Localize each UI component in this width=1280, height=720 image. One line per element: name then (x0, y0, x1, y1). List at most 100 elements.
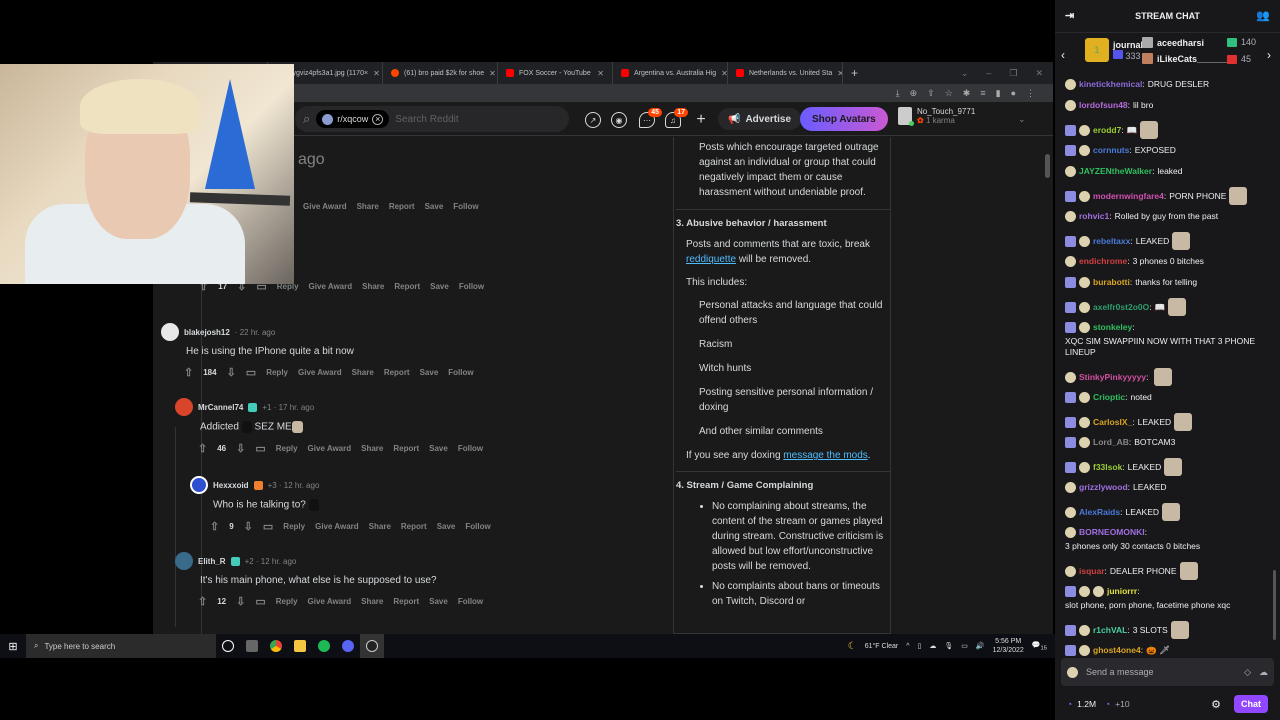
chat-settings-icon[interactable]: ⚙ (1211, 698, 1221, 711)
chat-badge-icon[interactable] (1065, 392, 1076, 403)
subreddit-filter-chip[interactable]: r/xqcow × (316, 110, 390, 128)
share-button[interactable]: Share (361, 597, 383, 606)
leaderboard-entry-3[interactable]: iLikeCats_______ (1142, 53, 1232, 64)
chat-username[interactable]: CarlosIX_ (1093, 417, 1132, 428)
chat-username[interactable]: kinetickhemical (1079, 79, 1142, 90)
create-post-icon[interactable]: + (693, 111, 709, 128)
chat-username[interactable]: f33lsok (1093, 462, 1122, 473)
chat-badge-icon[interactable] (1065, 416, 1076, 428)
discord-icon[interactable] (336, 634, 360, 658)
chat-badge-icon[interactable] (1079, 586, 1090, 597)
comment-author[interactable]: Hexxxoid (213, 481, 249, 490)
reply-icon[interactable]: ▭ (255, 442, 265, 455)
chat-emote[interactable] (1170, 621, 1189, 639)
chat-badge-icon[interactable] (1065, 235, 1076, 247)
chat-badge-icon[interactable] (1079, 392, 1090, 403)
task-view-icon[interactable] (216, 634, 240, 658)
chat-username[interactable]: Lord_AB (1093, 437, 1129, 448)
chat-badge-icon[interactable] (1065, 256, 1076, 267)
chat-badge-icon[interactable] (1065, 506, 1076, 518)
chat-badge-icon[interactable] (1079, 322, 1090, 333)
spotify-icon[interactable] (312, 634, 336, 658)
upvote-icon[interactable]: ⇧ (198, 595, 207, 608)
start-button[interactable]: ⊞ (0, 634, 26, 658)
weather-widget[interactable]: 61°F Clear (865, 643, 899, 650)
chat-badge-icon[interactable] (1079, 190, 1090, 202)
downvote-icon[interactable]: ⇩ (227, 366, 236, 379)
notifications-icon[interactable]: ♫ 17 (665, 108, 688, 128)
comment-author[interactable]: MrCannel74 (198, 403, 243, 412)
reading-list-icon[interactable]: ≡ (980, 88, 985, 98)
user-badge-icon[interactable] (1067, 666, 1078, 678)
chevron-left-icon[interactable]: ‹ (1061, 48, 1065, 62)
chat-username[interactable]: cornnuts (1093, 145, 1129, 156)
bonus-points-icon[interactable]: ◔ (1105, 699, 1110, 709)
chat-username[interactable]: endichrome (1079, 256, 1127, 267)
chat-username[interactable]: AlexRaids (1079, 507, 1120, 518)
chat-badge-icon[interactable] (1065, 100, 1076, 111)
chat-badge-icon[interactable] (1065, 461, 1076, 473)
upvote-icon[interactable]: ⇧ (198, 442, 207, 455)
share-button[interactable]: Share (361, 444, 383, 453)
downvote-icon[interactable]: ⇩ (236, 442, 245, 455)
bits-icon[interactable]: ◇ (1244, 667, 1251, 678)
upvote-icon[interactable]: ⇧ (184, 366, 193, 379)
chat-badge-icon[interactable] (1065, 645, 1076, 656)
community-users-icon[interactable]: 👥 (1256, 9, 1270, 22)
leaderboard-entry-2[interactable]: aceedharsi (1142, 37, 1204, 48)
report-button[interactable]: Report (393, 597, 419, 606)
chevron-down-icon[interactable]: ⌄ (1018, 114, 1026, 125)
user-avatar[interactable] (190, 476, 208, 494)
chat-badge-icon[interactable] (1065, 145, 1076, 156)
save-button[interactable]: Save (420, 368, 439, 377)
chat-badge-icon[interactable] (1065, 437, 1076, 448)
chat-username[interactable]: burabotti (1093, 277, 1130, 288)
shop-avatars-button[interactable]: Shop Avatars (800, 107, 888, 131)
chat-send-button[interactable]: Chat (1234, 695, 1268, 713)
chat-username[interactable]: ghost4one4 (1093, 645, 1141, 656)
chat-badge-icon[interactable] (1079, 124, 1090, 136)
rule-title[interactable]: 4. Stream / Game Complaining (676, 471, 890, 493)
browser-tab[interactable]: Netherlands vs. United Sta✕ (728, 62, 843, 84)
chat-badge-icon[interactable] (1065, 79, 1076, 90)
give-award-button[interactable]: Give Award (303, 202, 347, 211)
clear-chip-icon[interactable]: × (372, 113, 384, 125)
report-button[interactable]: Report (389, 202, 415, 211)
downvote-icon[interactable]: ⇩ (244, 520, 253, 533)
tray-app-icon[interactable]: ▯ (918, 642, 922, 650)
chat-badge-icon[interactable] (1065, 190, 1076, 202)
chat-emote[interactable] (1172, 232, 1191, 250)
give-award-button[interactable]: Give Award (315, 522, 359, 531)
follow-button[interactable]: Follow (458, 597, 483, 606)
give-award-button[interactable]: Give Award (298, 368, 342, 377)
advertise-button[interactable]: 📢 Advertise (718, 108, 802, 130)
chat-badge-icon[interactable] (1065, 166, 1076, 177)
follow-button[interactable]: Follow (453, 202, 478, 211)
chat-username[interactable]: erodd7 (1093, 125, 1121, 136)
emote-picker-icon[interactable]: ☁ (1259, 667, 1268, 678)
file-explorer-icon[interactable] (288, 634, 312, 658)
chat-badge-icon[interactable] (1065, 124, 1076, 136)
user-avatar[interactable] (161, 323, 179, 341)
chat-badge-icon[interactable] (1079, 235, 1090, 247)
message-mods-link[interactable]: message the mods (783, 450, 868, 461)
chat-badge-icon[interactable] (1079, 624, 1090, 636)
chat-emote[interactable] (1168, 298, 1187, 316)
share-button[interactable]: Share (362, 282, 384, 291)
chat-emote[interactable] (1174, 413, 1193, 431)
microphone-icon[interactable]: 🎙 (944, 642, 953, 650)
chat-emote[interactable] (1229, 187, 1248, 205)
close-window-button[interactable]: ✕ (1035, 68, 1043, 79)
onedrive-icon[interactable]: ☁ (929, 642, 936, 650)
rule-title[interactable]: 3. Abusive behavior / harassment (676, 209, 890, 231)
chat-username[interactable]: axelfr0st2o0O (1093, 302, 1149, 313)
close-tab-icon[interactable]: ✕ (721, 69, 727, 78)
chat-badge-icon[interactable] (1065, 371, 1076, 383)
save-button[interactable]: Save (425, 202, 444, 211)
page-scrollbar[interactable] (1043, 137, 1053, 634)
share-button[interactable]: Share (357, 202, 379, 211)
give-award-button[interactable]: Give Award (308, 444, 352, 453)
chat-icon[interactable]: ⋯ 45 (639, 108, 662, 128)
menu-icon[interactable]: ⋮ (1026, 88, 1035, 99)
user-avatar[interactable] (175, 398, 193, 416)
